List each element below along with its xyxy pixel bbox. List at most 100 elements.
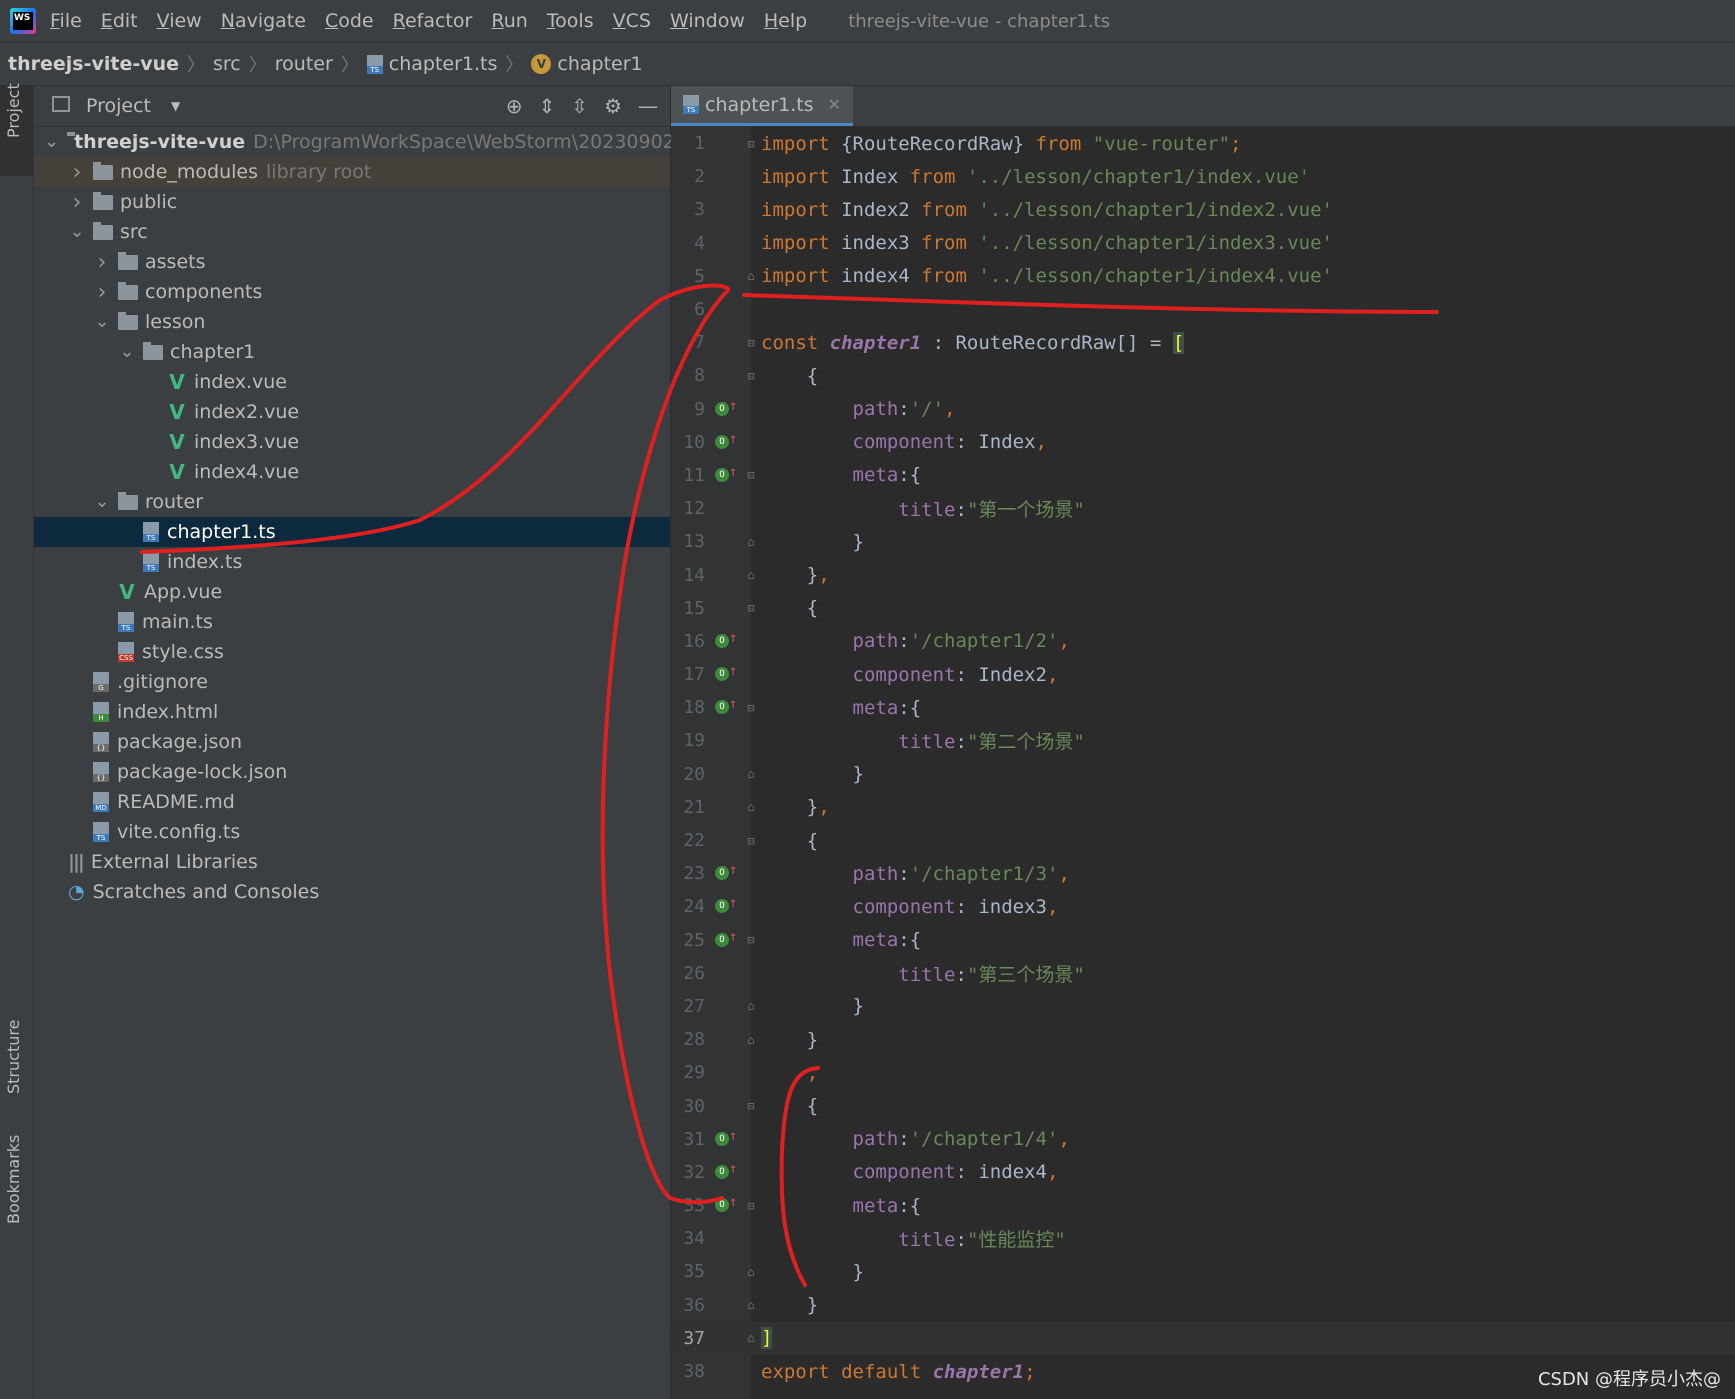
tab-chapter1-ts[interactable]: chapter1.ts ✕ bbox=[671, 86, 854, 126]
fold-icon[interactable]: ⌂ bbox=[741, 999, 761, 1013]
minimize-icon[interactable]: — bbox=[638, 94, 658, 118]
tree-item[interactable]: ◔ Scratches and Consoles bbox=[34, 877, 670, 907]
code-area[interactable]: 1 ⊟ import {RouteRecordRaw} from "vue-rout… bbox=[671, 127, 1735, 1388]
tree-item[interactable]: › node_modules library root bbox=[34, 157, 670, 187]
project-tool-label[interactable]: Project bbox=[4, 83, 23, 138]
tree-item[interactable]: › assets bbox=[34, 247, 670, 277]
breadcrumb-file[interactable]: chapter1.ts bbox=[389, 53, 498, 75]
tree-item[interactable]: Vindex2.vue bbox=[34, 397, 670, 427]
code-line[interactable]: 23 O ↑ path:'/chapter1/3', bbox=[671, 857, 1735, 890]
breadcrumb-project[interactable]: threejs-vite-vue bbox=[8, 53, 179, 75]
tree-item[interactable]: V App.vue bbox=[34, 577, 670, 607]
tree-item[interactable]: Vindex.vue bbox=[34, 367, 670, 397]
chevron-down-icon[interactable]: ⌄ bbox=[94, 313, 110, 331]
code-line[interactable]: 36 ⌂ } bbox=[671, 1289, 1735, 1322]
menu-item-navigate[interactable]: Navigate bbox=[221, 10, 306, 32]
close-icon[interactable]: ✕ bbox=[828, 95, 841, 114]
code-line[interactable]: 21 ⌂ }, bbox=[671, 791, 1735, 824]
fold-icon[interactable]: ⊟ bbox=[741, 1199, 761, 1213]
code-line[interactable]: 15 ⊟ { bbox=[671, 592, 1735, 625]
code-line[interactable]: 19 title:"第二个场景" bbox=[671, 724, 1735, 757]
code-line[interactable]: 7 ⊟ const chapter1 : RouteRecordRaw[] = [ bbox=[671, 326, 1735, 359]
fold-icon[interactable]: ⌂ bbox=[741, 800, 761, 814]
menu-item-refactor[interactable]: Refactor bbox=[393, 10, 473, 32]
menu-item-run[interactable]: Run bbox=[491, 10, 527, 32]
code-line[interactable]: 24 O ↑ component: index3, bbox=[671, 890, 1735, 923]
implements-icon[interactable]: O bbox=[715, 1131, 729, 1146]
code-line[interactable]: 12 title:"第一个场景" bbox=[671, 492, 1735, 525]
code-line[interactable]: 3 import Index2 from '../lesson/chapter1/… bbox=[671, 193, 1735, 226]
code-line[interactable]: 1 ⊟ import {RouteRecordRaw} from "vue-rout… bbox=[671, 127, 1735, 160]
bookmarks-tool-label[interactable]: Bookmarks bbox=[4, 1135, 23, 1224]
implements-icon[interactable]: O bbox=[715, 700, 729, 715]
tree-item[interactable]: Hindex.html bbox=[34, 697, 670, 727]
chevron-right-icon[interactable]: › bbox=[94, 280, 110, 305]
code-line[interactable]: 2 import Index from '../lesson/chapter1/i… bbox=[671, 160, 1735, 193]
tree-item[interactable]: ⌄ lesson bbox=[34, 307, 670, 337]
menu-item-window[interactable]: Window bbox=[670, 10, 745, 32]
tree-item[interactable]: Vindex4.vue bbox=[34, 457, 670, 487]
tree-item[interactable]: {} package.json bbox=[34, 727, 670, 757]
code-line[interactable]: 34 title:"性能监控" bbox=[671, 1222, 1735, 1255]
menu-item-edit[interactable]: Edit bbox=[101, 10, 138, 32]
chevron-down-icon[interactable]: ⌄ bbox=[119, 343, 135, 361]
collapse-all-icon[interactable]: ⇳ bbox=[571, 94, 588, 118]
code-line[interactable]: 14 ⌂ }, bbox=[671, 558, 1735, 591]
code-line[interactable]: 8 ⊟ { bbox=[671, 359, 1735, 392]
code-line[interactable]: 6 bbox=[671, 293, 1735, 326]
chevron-down-icon[interactable]: ⌄ bbox=[94, 493, 110, 511]
code-line[interactable]: 13 ⌂ } bbox=[671, 525, 1735, 558]
code-line[interactable]: 9 O ↑ path:'/', bbox=[671, 393, 1735, 426]
code-line[interactable]: 18 O ↑ ⊟ meta:{ bbox=[671, 691, 1735, 724]
menu-item-tools[interactable]: Tools bbox=[547, 10, 594, 32]
code-line[interactable]: 20 ⌂ } bbox=[671, 758, 1735, 791]
tree-item[interactable]: Vindex3.vue bbox=[34, 427, 670, 457]
fold-icon[interactable]: ⊟ bbox=[741, 701, 761, 715]
tree-item[interactable]: › components bbox=[34, 277, 670, 307]
fold-icon[interactable]: ⊟ bbox=[741, 336, 761, 350]
locate-icon[interactable]: ⊕ bbox=[506, 94, 523, 118]
code-line[interactable]: 16 O ↑ path:'/chapter1/2', bbox=[671, 625, 1735, 658]
tree-item[interactable]: ||| External Libraries bbox=[34, 847, 670, 877]
fold-icon[interactable]: ⌂ bbox=[741, 1265, 761, 1279]
chevron-right-icon[interactable]: › bbox=[69, 190, 85, 215]
tree-item[interactable]: TS chapter1.ts bbox=[34, 517, 670, 547]
menu-item-view[interactable]: View bbox=[157, 10, 202, 32]
tree-item[interactable]: ⌄ src bbox=[34, 217, 670, 247]
tree-item[interactable]: MD README.md bbox=[34, 787, 670, 817]
code-line[interactable]: 37 ⌂] bbox=[671, 1321, 1735, 1355]
implements-icon[interactable]: O bbox=[715, 866, 729, 881]
structure-tool-label[interactable]: Structure bbox=[4, 1020, 23, 1094]
fold-icon[interactable]: ⊟ bbox=[741, 1099, 761, 1113]
project-panel-title[interactable]: Project bbox=[86, 95, 151, 117]
code-line[interactable]: 27 ⌂ } bbox=[671, 990, 1735, 1023]
code-line[interactable]: 5 ⌂ import index4 from '../lesson/chapter1… bbox=[671, 260, 1735, 293]
fold-icon[interactable]: ⌂ bbox=[741, 1331, 761, 1345]
menu-item-vcs[interactable]: VCS bbox=[613, 10, 651, 32]
code-line[interactable]: 11 O ↑ ⊟ meta:{ bbox=[671, 459, 1735, 492]
menu-item-code[interactable]: Code bbox=[325, 10, 374, 32]
code-line[interactable]: 31 O ↑ path:'/chapter1/4', bbox=[671, 1123, 1735, 1156]
implements-icon[interactable]: O bbox=[715, 401, 729, 416]
implements-icon[interactable]: O bbox=[715, 434, 729, 449]
fold-icon[interactable]: ⊟ bbox=[741, 834, 761, 848]
fold-icon[interactable]: ⌂ bbox=[741, 1298, 761, 1312]
code-line[interactable]: 33 O ↑ ⊟ meta:{ bbox=[671, 1189, 1735, 1222]
implements-icon[interactable]: O bbox=[715, 467, 729, 482]
fold-icon[interactable]: ⊟ bbox=[741, 933, 761, 947]
code-line[interactable]: 32 O ↑ component: index4, bbox=[671, 1156, 1735, 1189]
code-line[interactable]: 22 ⊟ { bbox=[671, 824, 1735, 857]
breadcrumb-symbol[interactable]: chapter1 bbox=[557, 53, 642, 75]
code-line[interactable]: 17 O ↑ component: Index2, bbox=[671, 658, 1735, 691]
chevron-right-icon[interactable]: › bbox=[69, 160, 85, 185]
implements-icon[interactable]: O bbox=[715, 899, 729, 914]
tree-item[interactable]: › public bbox=[34, 187, 670, 217]
fold-icon[interactable]: ⌂ bbox=[741, 767, 761, 781]
tree-item[interactable]: TS main.ts bbox=[34, 607, 670, 637]
code-line[interactable]: 30 ⊟ { bbox=[671, 1089, 1735, 1122]
tree-item[interactable]: ⌄ router bbox=[34, 487, 670, 517]
chevron-down-icon[interactable]: ⌄ bbox=[69, 223, 85, 241]
implements-icon[interactable]: O bbox=[715, 932, 729, 947]
fold-icon[interactable]: ⊟ bbox=[741, 601, 761, 615]
chevron-right-icon[interactable]: › bbox=[94, 250, 110, 275]
